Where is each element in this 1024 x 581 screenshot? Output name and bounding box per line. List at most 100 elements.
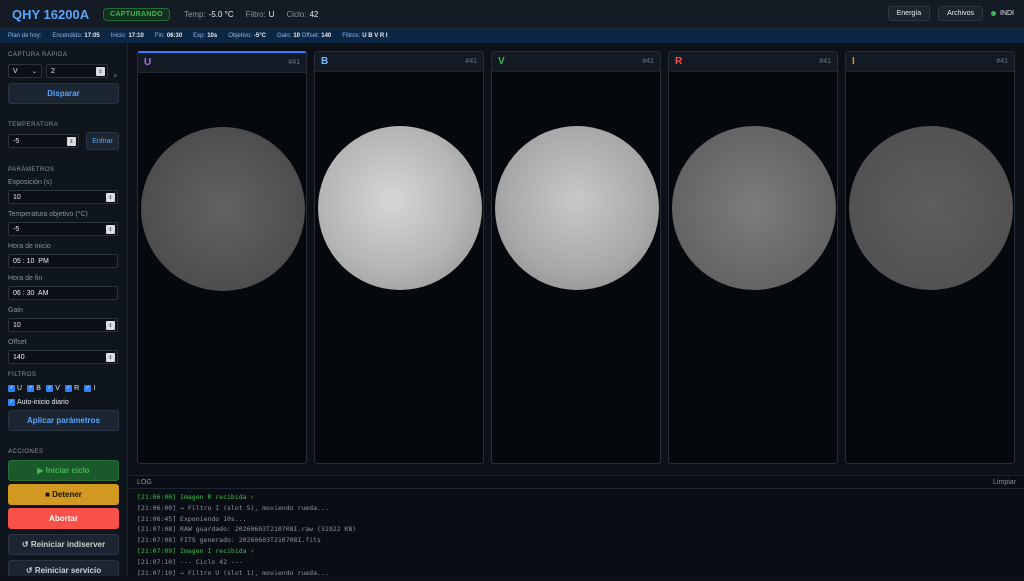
restart-indiserver-button[interactable]: ↺ Reiniciar indiserver xyxy=(8,534,119,555)
filter-checkbox-u[interactable]: ✓ U xyxy=(8,384,22,392)
offset-label: Offset xyxy=(8,339,27,346)
cool-button[interactable]: Enfriar xyxy=(86,132,119,150)
log-line: [21:07:10] --- Ciclo 42 --- xyxy=(137,557,243,566)
auto-start-checkbox[interactable]: ✓ Auto-inicio diario xyxy=(8,396,72,406)
panel-u[interactable]: U #41 xyxy=(137,51,307,464)
capture-count-value: 2 xyxy=(51,67,55,75)
exposure-input[interactable]: 10 ⇕ xyxy=(8,190,118,204)
status-badge: CAPTURANDO xyxy=(103,7,170,21)
log-line: [21:07:09] Imagen I recibida ✓ xyxy=(137,546,255,555)
sky-image xyxy=(318,126,482,290)
capture-count-input[interactable]: 2 ⇕ xyxy=(46,64,108,78)
target-temp-input[interactable]: -5 ⇕ xyxy=(8,222,118,236)
apply-params-button[interactable]: Aplicar parámetros xyxy=(8,410,119,431)
stepper-icon[interactable]: ⇕ xyxy=(106,353,115,362)
stepper-icon[interactable]: ⇕ xyxy=(67,137,76,146)
quick-capture-title: CAPTURA RÁPIDA xyxy=(8,52,68,58)
filter-checkbox-label: R xyxy=(74,384,80,392)
shoot-button[interactable]: Disparar xyxy=(8,83,119,104)
panel-header: U #41 xyxy=(138,53,306,73)
plan-item-label: Fin: xyxy=(154,33,165,39)
energy-button[interactable]: Energía xyxy=(887,6,931,21)
plan-item-target: Objetivo: -5°C xyxy=(228,33,266,39)
plan-item-label: Gain: xyxy=(276,33,292,39)
plan-item-label: Inicio: xyxy=(110,33,127,39)
files-button[interactable]: Archivos xyxy=(938,6,983,21)
panel-i[interactable]: I #41 xyxy=(845,51,1015,464)
stepper-icon[interactable]: ⇕ xyxy=(106,321,115,330)
plan-bar: Plan de hoy: Encendido: 17:05 Inicio: 17:1… xyxy=(0,29,1024,43)
filter-checkbox-v[interactable]: ✓ V xyxy=(46,384,60,392)
panel-v[interactable]: V #41 xyxy=(491,51,661,464)
checkbox-icon: ✓ xyxy=(27,384,35,392)
start-time-label: Hora de inicio xyxy=(8,243,51,250)
exposure-label: Exposición (s) xyxy=(8,179,52,186)
sky-image xyxy=(495,126,659,290)
end-time-label: Hora de fin xyxy=(8,275,43,282)
stop-button[interactable]: ■ Detener xyxy=(8,484,119,505)
plan-item-label: Objetivo: xyxy=(228,33,252,39)
log-line: [21:06:00] → Filtro I (slot 5), moviendo… xyxy=(137,503,329,512)
end-time-input[interactable]: 06 : 30 AM xyxy=(8,286,118,300)
filter-checkbox-r[interactable]: ✓ R xyxy=(65,384,80,392)
restart-service-button[interactable]: ↺ Reiniciar servicio xyxy=(8,560,119,576)
stepper-icon[interactable]: ⇕ xyxy=(106,193,115,202)
panel-frame-number: #41 xyxy=(819,58,831,65)
plan-item-value: 140 xyxy=(321,33,332,39)
filter-select-value: V xyxy=(13,67,18,75)
cycle-value: 42 xyxy=(309,9,319,19)
indi-label: INDI xyxy=(1000,10,1014,17)
sky-image xyxy=(141,127,305,291)
log-title: LOG xyxy=(137,478,152,486)
gain-label: Gain xyxy=(8,307,23,314)
gain-value: 10 xyxy=(13,321,21,329)
panel-header: V #41 xyxy=(492,52,660,72)
plan-item-value: 17:05 xyxy=(84,33,100,39)
filter-checkbox-label: B xyxy=(36,384,41,392)
offset-input[interactable]: 140 ⇕ xyxy=(8,350,118,364)
gain-input[interactable]: 10 ⇕ xyxy=(8,318,118,332)
temperature-value: -5 xyxy=(13,137,20,145)
filter-value: U xyxy=(268,9,275,19)
log-line: [21:07:08] FITS generado: 20260603T21070… xyxy=(137,536,321,545)
plan-item-filters: Filtros: U B V R I xyxy=(342,33,387,39)
filter-checkbox-b[interactable]: ✓ B xyxy=(27,384,41,392)
sky-image xyxy=(672,126,836,290)
filter-select[interactable]: V ⌄ xyxy=(8,64,42,78)
plan-item-value: 10s xyxy=(207,33,218,39)
panel-frame-number: #41 xyxy=(996,58,1008,65)
target-temp-label: Temperatura objetivo (°C) xyxy=(8,211,88,218)
log-line: [21:06:00] Imagen R recibida ✓ xyxy=(137,493,255,501)
image-panels: U #41 B #41 V #41 R #41 I #41 xyxy=(135,51,1020,465)
panel-frame-number: #41 xyxy=(465,58,477,65)
panel-name: U xyxy=(144,57,152,68)
stepper-icon[interactable]: ⇕ xyxy=(96,67,105,76)
panel-header: R #41 xyxy=(669,52,837,72)
panel-b[interactable]: B #41 xyxy=(314,51,484,464)
temperature-input[interactable]: -5 ⇕ xyxy=(8,134,79,148)
temp-value: -5.0 °C xyxy=(208,9,234,19)
stepper-icon[interactable]: ⇕ xyxy=(106,225,115,234)
filter-checkbox-i[interactable]: ✓ I xyxy=(84,384,96,392)
filter-checkbox-label: V xyxy=(55,384,60,392)
plan-item-label: Encendido: xyxy=(52,33,83,39)
temp-label: Temp: xyxy=(183,9,206,19)
plan-item-value: -5°C xyxy=(253,33,266,39)
start-time-input[interactable]: 05 : 10 PM xyxy=(8,254,118,268)
start-cycle-button[interactable]: ▶ Iniciar ciclo xyxy=(8,460,119,481)
checkbox-icon: ✓ xyxy=(84,384,92,392)
log-panel: LOG Limpiar [21:06:00] Imagen R recibida … xyxy=(129,475,1024,577)
log-line: [21:06:45] Exponiendo 10s... xyxy=(137,514,247,523)
clear-log-button[interactable]: Limpiar xyxy=(993,479,1016,486)
plan-item-value: 17:10 xyxy=(128,33,144,39)
target-temp-value: -5 xyxy=(13,225,20,233)
auto-start-row: ✓ Auto-inicio diario xyxy=(8,398,69,406)
filter-checkbox-label: I xyxy=(93,384,96,392)
indi-status-dot xyxy=(991,11,996,16)
sky-image xyxy=(849,126,1013,290)
panel-r[interactable]: R #41 xyxy=(668,51,838,464)
panel-header: I #41 xyxy=(846,52,1014,72)
abort-button[interactable]: Abortar xyxy=(8,508,119,529)
plan-item-value: U B V R I xyxy=(362,33,388,39)
chevron-down-icon: ⌄ xyxy=(31,68,37,75)
